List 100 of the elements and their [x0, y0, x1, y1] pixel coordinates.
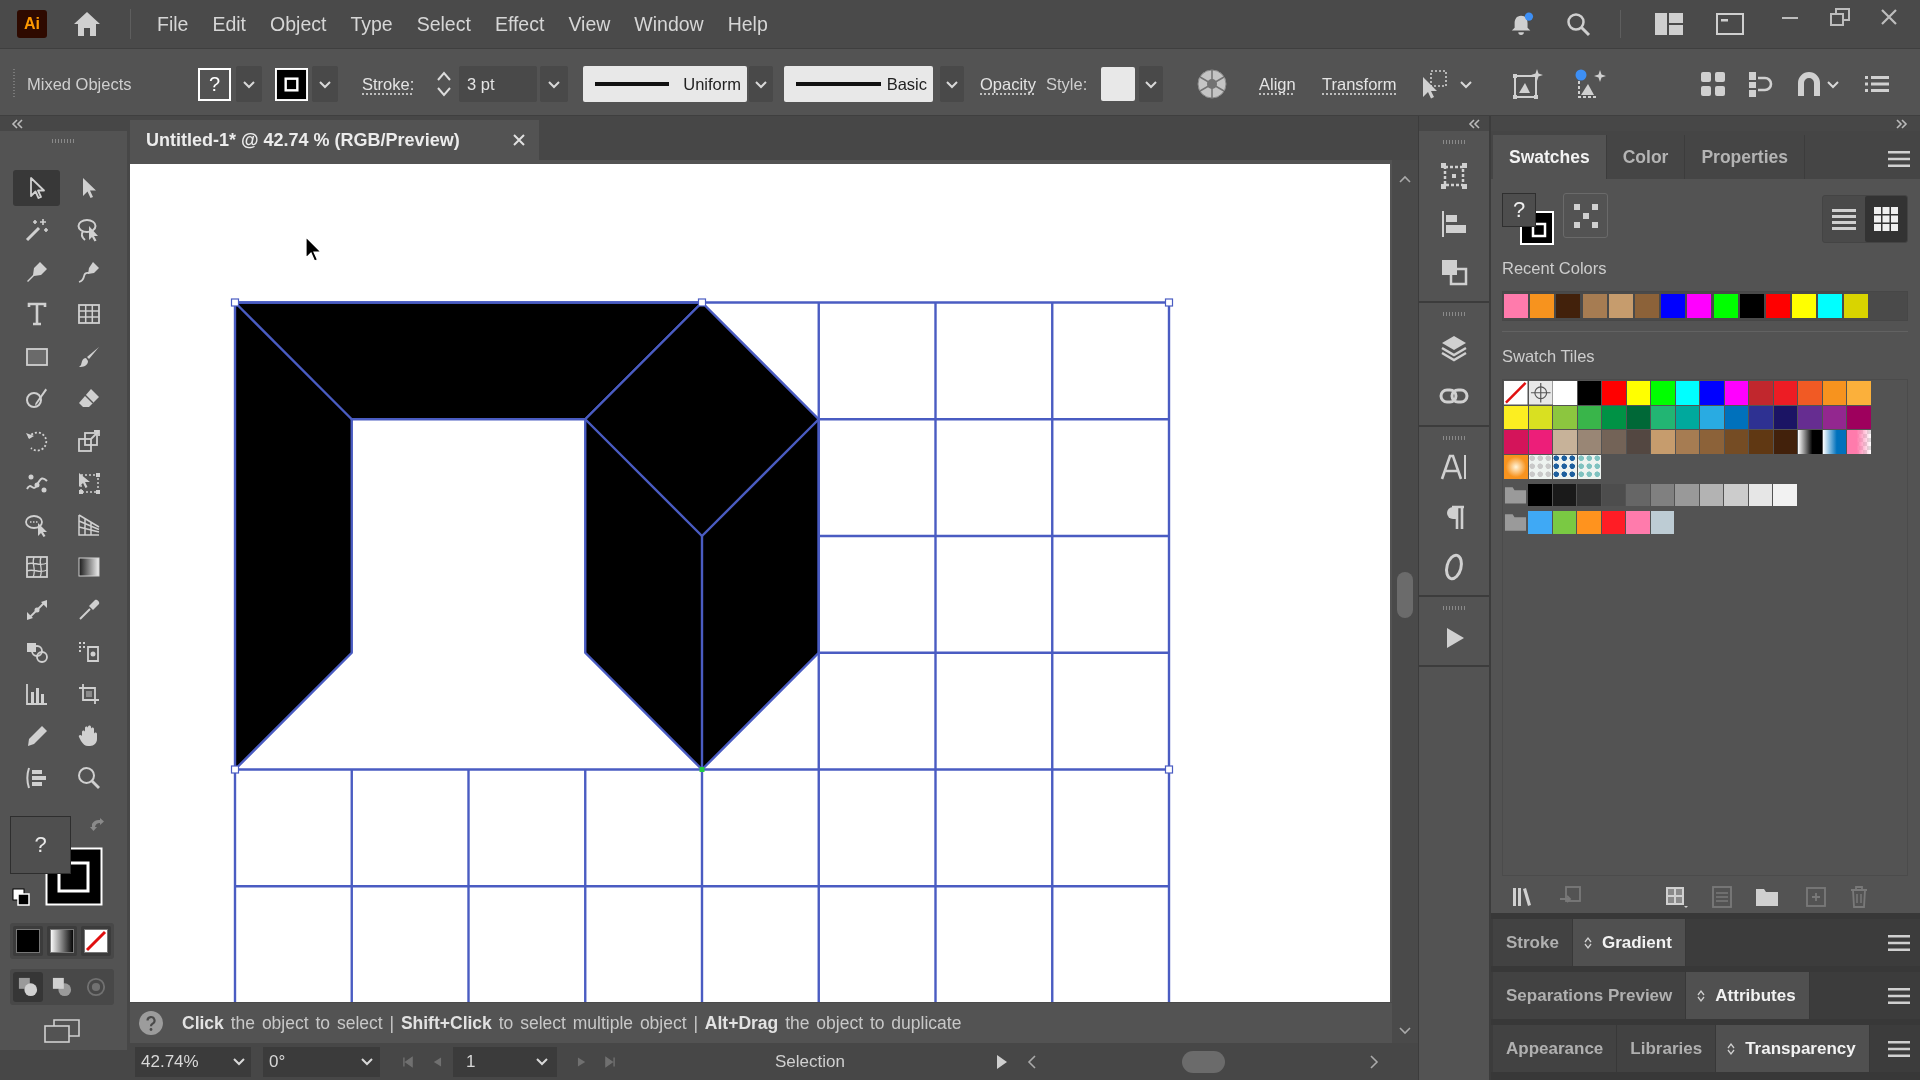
panel-tab[interactable]: Color [1606, 135, 1686, 179]
screen-mode-icon[interactable] [44, 1019, 80, 1044]
caret-icon[interactable] [536, 1058, 548, 1065]
pattern-swatch-icon[interactable] [1577, 455, 1601, 479]
restore-icon[interactable] [1830, 8, 1850, 26]
dropdown-button[interactable] [312, 66, 338, 102]
menu-icon[interactable] [1888, 151, 1910, 167]
menu-item[interactable]: Help [727, 12, 768, 36]
swatch-icon[interactable] [1700, 381, 1724, 405]
panel-tab[interactable]: Attributes [1686, 972, 1810, 1019]
registration-swatch-icon[interactable] [1528, 381, 1552, 405]
swatch-icon[interactable] [1724, 381, 1748, 405]
swatch-icon[interactable] [1661, 294, 1686, 318]
home-icon[interactable] [74, 12, 100, 36]
swatch-icon[interactable] [1601, 483, 1625, 507]
stroke-weight-field[interactable]: 3 pt [459, 66, 537, 102]
scroll-thumb[interactable] [1397, 572, 1413, 618]
menu-item[interactable]: Type [350, 12, 393, 36]
play-icon[interactable] [997, 1054, 1007, 1069]
swatch-icon[interactable] [1773, 405, 1797, 430]
swatch-icon[interactable] [1739, 294, 1764, 318]
profile-dropdown[interactable]: Uniform [583, 66, 747, 102]
swatch-icon[interactable] [1626, 483, 1650, 507]
layout-icon[interactable] [1655, 13, 1683, 35]
swatch-icon[interactable] [1528, 483, 1552, 507]
swatch-icon[interactable] [1792, 294, 1817, 318]
swatch-icon[interactable] [1773, 483, 1797, 507]
swatch-icon[interactable] [1798, 381, 1822, 405]
panel-tab[interactable]: Separations Preview [1493, 972, 1687, 1019]
list-menu-icon[interactable] [1865, 74, 1889, 94]
opacity-link[interactable]: Opacity [980, 74, 1036, 94]
style-swatch-icon[interactable] [1101, 67, 1135, 101]
pathfinder-icon[interactable] [1440, 258, 1468, 286]
tool-button[interactable] [13, 170, 60, 206]
status-menu[interactable]: Selection [775, 1051, 845, 1072]
swatch-icon[interactable] [1577, 381, 1601, 405]
gradient-swatch-icon[interactable] [1798, 430, 1822, 454]
panel-tab[interactable]: Appearance [1493, 1025, 1618, 1072]
pattern-swatch-icon[interactable] [1553, 455, 1577, 479]
swatch-icon[interactable] [1700, 430, 1724, 454]
swatch-icon[interactable] [1528, 405, 1552, 430]
swatch-icon[interactable] [1675, 381, 1699, 405]
menu-item[interactable]: View [568, 12, 611, 36]
default-colors-icon[interactable] [12, 888, 30, 907]
panel-tab[interactable]: Gradient [1572, 919, 1686, 966]
menu-item[interactable]: Effect [494, 12, 545, 36]
rotation-field[interactable]: 0° [263, 1046, 380, 1077]
stroke-swatch-icon[interactable] [275, 67, 308, 101]
radial-swatch-icon[interactable] [1504, 455, 1528, 479]
align-icon[interactable] [1440, 210, 1468, 238]
swatch-icon[interactable] [1773, 381, 1797, 405]
swatch-icon[interactable] [1699, 483, 1723, 507]
dropdown-button[interactable] [940, 66, 964, 102]
character-icon[interactable] [1440, 453, 1468, 481]
swatch-icon[interactable] [1651, 381, 1675, 405]
swatch-icon[interactable] [1844, 294, 1869, 318]
swatch-icon[interactable] [1528, 511, 1552, 534]
none-icon[interactable] [84, 929, 108, 954]
swatch-icon[interactable] [1553, 405, 1577, 430]
swatch-icon[interactable] [1748, 483, 1772, 507]
menu-icon[interactable] [1888, 1040, 1910, 1057]
swatch-icon[interactable] [1650, 483, 1674, 507]
none-swatch-icon[interactable] [1504, 381, 1528, 405]
scroll-thumb[interactable] [1182, 1050, 1225, 1073]
swatch-icon[interactable] [1553, 381, 1577, 405]
caret-icon[interactable] [1460, 80, 1472, 88]
bell-icon[interactable] [1510, 11, 1534, 37]
swatch-icon[interactable] [1577, 511, 1601, 534]
caret-icon[interactable] [361, 1058, 373, 1065]
color-wheel-icon[interactable] [1197, 69, 1227, 99]
menu-item[interactable]: File [157, 12, 189, 36]
help-icon[interactable] [139, 1011, 163, 1035]
updown-icon[interactable] [1727, 1042, 1736, 1055]
swatch-icon[interactable] [1577, 430, 1601, 454]
swatch-icon[interactable] [1577, 405, 1601, 430]
gradient-swatch-icon[interactable] [1822, 430, 1846, 454]
view-button[interactable] [1865, 196, 1907, 242]
swatch-icon[interactable] [1749, 381, 1773, 405]
swatch-icon[interactable] [1724, 430, 1748, 454]
transform-link[interactable]: Transform [1322, 74, 1397, 94]
swatch-icon[interactable] [1847, 381, 1871, 405]
swatch-icon[interactable] [1765, 294, 1790, 318]
swatch-icon[interactable] [1577, 483, 1601, 507]
swatch-icon[interactable] [1724, 405, 1748, 430]
swatch-icon[interactable] [1634, 294, 1659, 318]
color-icon[interactable] [16, 929, 40, 954]
swatch-icon[interactable] [1749, 405, 1773, 430]
panel-tab[interactable]: Properties [1685, 135, 1805, 179]
swatch-kinds-icon[interactable] [1664, 885, 1688, 909]
four-squares-icon[interactable] [1699, 70, 1727, 98]
window-icon[interactable] [1716, 13, 1744, 35]
updown-icon[interactable] [1697, 989, 1706, 1002]
swatch-icon[interactable] [1556, 294, 1581, 318]
artboard-field[interactable]: 1 [453, 1046, 557, 1077]
swatch-icon[interactable] [1651, 430, 1675, 454]
swatch-icon[interactable] [1675, 483, 1699, 507]
search-icon[interactable] [1566, 12, 1590, 36]
swatch-icon[interactable] [1724, 483, 1748, 507]
selection-box-icon[interactable] [1420, 69, 1448, 99]
close-icon[interactable] [513, 134, 525, 146]
